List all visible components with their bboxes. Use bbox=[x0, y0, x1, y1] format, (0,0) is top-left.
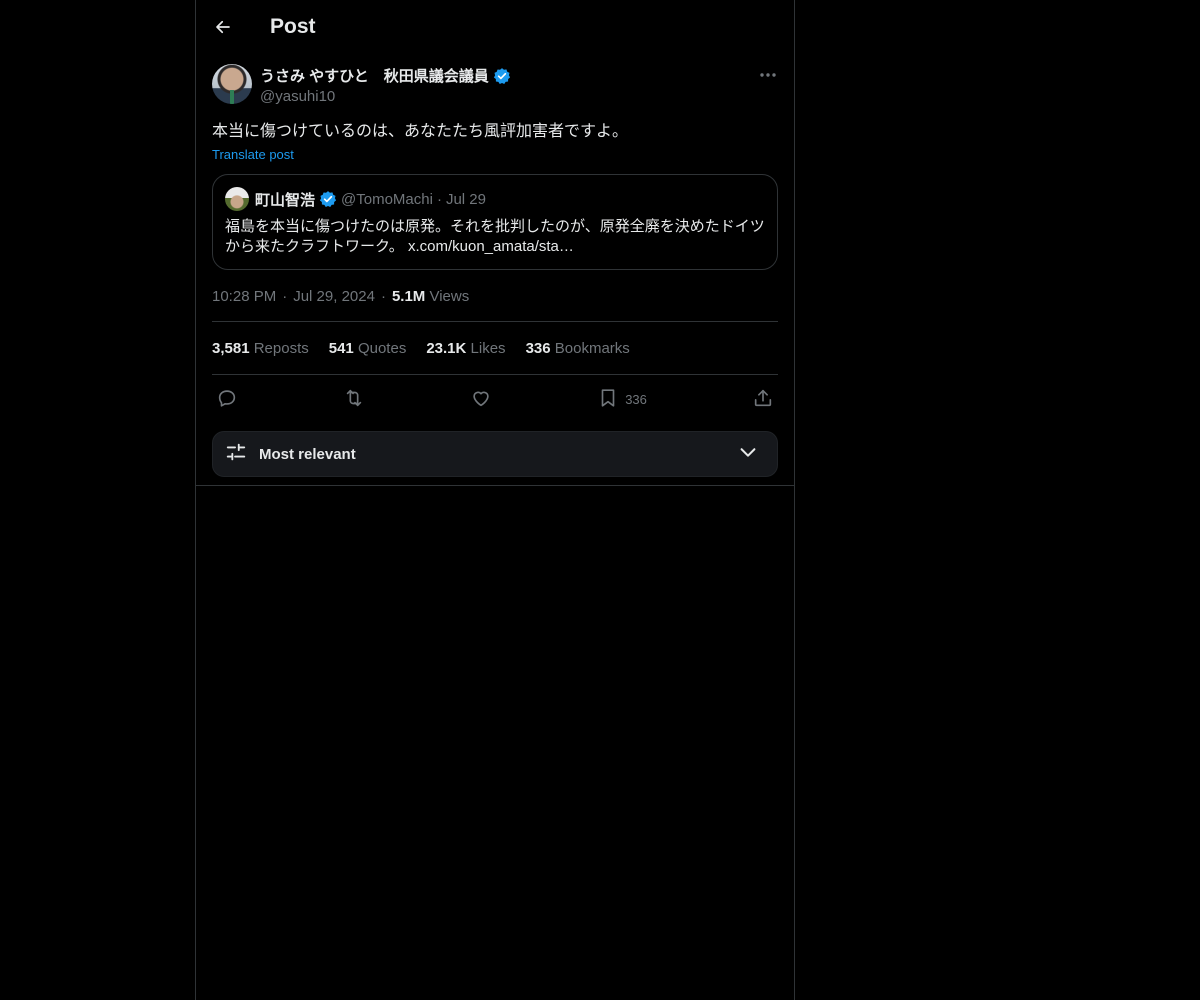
post-date[interactable]: Jul 29, 2024 bbox=[293, 288, 375, 305]
stat-label: Bookmarks bbox=[554, 340, 630, 357]
heart-icon bbox=[470, 387, 492, 412]
quoted-post[interactable]: 町山智浩 @TomoMachi · Jul 29 福島を本当に傷つけたのは原発。… bbox=[212, 174, 778, 270]
separator-dot: · bbox=[380, 288, 386, 305]
chevron-down-icon bbox=[737, 441, 759, 468]
header: Post bbox=[196, 0, 794, 54]
stat-number: 336 bbox=[525, 340, 551, 357]
quoted-date: Jul 29 bbox=[445, 190, 486, 208]
page-title: Post bbox=[270, 15, 316, 38]
repost-icon bbox=[343, 387, 365, 412]
author-name[interactable]: うさみ やすひと 秋田県議会議員 bbox=[260, 65, 489, 86]
stat-quotes[interactable]: 541 Quotes bbox=[329, 340, 407, 357]
author-info: うさみ やすひと 秋田県議会議員 @yasuhi10 bbox=[260, 65, 511, 105]
like-button[interactable] bbox=[470, 387, 492, 412]
stat-label: Quotes bbox=[357, 340, 407, 357]
stat-number: 541 bbox=[328, 340, 354, 357]
repost-button[interactable] bbox=[343, 387, 365, 412]
stat-number: 23.1K bbox=[426, 340, 467, 357]
separator-dot: · bbox=[282, 288, 288, 305]
back-arrow-icon[interactable] bbox=[212, 16, 234, 38]
bookmark-button[interactable]: 336 bbox=[597, 387, 647, 412]
author-handle[interactable]: @yasuhi10 bbox=[260, 88, 511, 105]
verified-badge-icon bbox=[319, 190, 337, 208]
sort-label: Most relevant bbox=[259, 445, 356, 463]
share-icon bbox=[752, 387, 774, 412]
quoted-avatar bbox=[225, 187, 249, 211]
post-text: 本当に傷つけているのは、あなたたち風評加害者ですよ。 bbox=[212, 123, 629, 140]
quoted-post-header: 町山智浩 @TomoMachi · Jul 29 bbox=[225, 187, 765, 211]
stat-number: 3,581 bbox=[212, 340, 250, 357]
section-divider bbox=[196, 485, 794, 486]
stat-label: Likes bbox=[470, 340, 506, 357]
stat-bookmarks[interactable]: 336 Bookmarks bbox=[526, 340, 630, 357]
more-options-icon[interactable] bbox=[758, 68, 778, 82]
action-bar: 336 bbox=[212, 375, 778, 423]
main-column: Post うさみ やすひと 秋田県議会議員 @yasuhi10 本当に傷つけてい… bbox=[195, 0, 795, 1000]
sliders-icon bbox=[225, 441, 247, 468]
post: うさみ やすひと 秋田県議会議員 @yasuhi10 本当に傷つけているのは、あ… bbox=[196, 54, 794, 477]
bookmark-count: 336 bbox=[625, 391, 647, 407]
share-button[interactable] bbox=[752, 387, 774, 412]
reply-icon bbox=[216, 387, 238, 412]
author-row: うさみ やすひと 秋田県議会議員 @yasuhi10 bbox=[212, 64, 778, 105]
avatar[interactable] bbox=[212, 64, 252, 104]
verified-badge-icon bbox=[493, 67, 511, 85]
stat-likes[interactable]: 23.1K Likes bbox=[426, 340, 505, 357]
post-time[interactable]: 10:28 PM bbox=[212, 288, 276, 305]
post-meta: 10:28 PM · Jul 29, 2024 · 5.1M Views bbox=[212, 288, 778, 322]
bookmark-icon bbox=[597, 387, 619, 412]
stat-label: Reposts bbox=[253, 340, 309, 357]
views-label: Views bbox=[429, 288, 470, 305]
post-stats: 3,581 Reposts 541 Quotes 23.1K Likes 336… bbox=[212, 322, 778, 375]
quoted-author-name: 町山智浩 bbox=[255, 191, 316, 209]
separator-dot: · bbox=[436, 190, 442, 208]
quoted-author-handle: @TomoMachi bbox=[341, 190, 433, 208]
translate-post-link[interactable]: Translate post bbox=[212, 147, 294, 162]
views-count: 5.1M bbox=[391, 288, 426, 305]
reply-button[interactable] bbox=[216, 387, 238, 412]
stat-reposts[interactable]: 3,581 Reposts bbox=[212, 340, 309, 357]
quoted-post-text: 福島を本当に傷つけたのは原発。それを批判したのが、原発全廃を決めたドイツから来た… bbox=[225, 218, 765, 255]
sort-replies-dropdown[interactable]: Most relevant bbox=[212, 431, 778, 477]
